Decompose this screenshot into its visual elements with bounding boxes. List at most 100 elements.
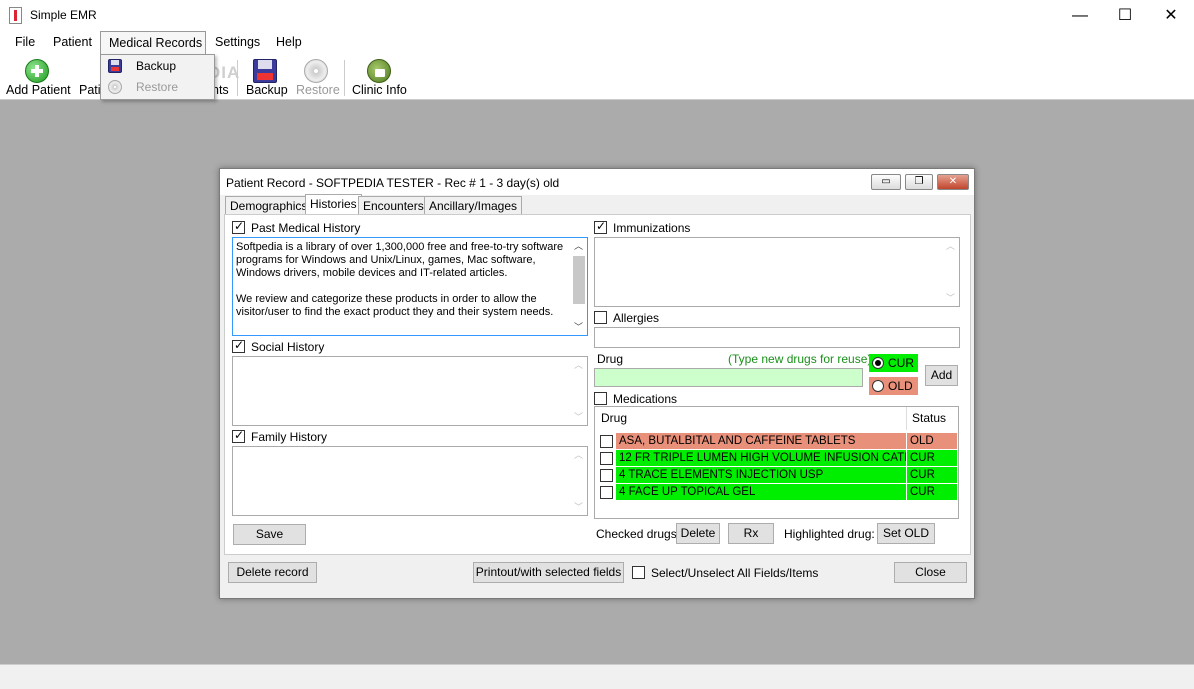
dialog-close-button[interactable]: ✕ xyxy=(937,174,969,190)
list-item[interactable]: 4 TRACE ELEMENTS INJECTION USP CUR xyxy=(598,467,957,483)
patient-button-label[interactable]: Pati xyxy=(79,83,101,97)
old-radio-label: OLD xyxy=(888,379,913,393)
scroll-up-icon[interactable]: ︿ xyxy=(571,358,586,372)
add-drug-button[interactable]: Add xyxy=(925,365,958,386)
med-status: OLD xyxy=(907,433,957,449)
delete-record-button[interactable]: Delete record xyxy=(228,562,317,583)
drug-input[interactable] xyxy=(594,368,863,387)
scroll-down-icon[interactable]: ﹀ xyxy=(571,320,586,334)
status-bar xyxy=(0,664,1194,689)
select-all-label: Select/Unselect All Fields/Items xyxy=(651,566,819,580)
past-medical-textarea[interactable]: Softpedia is a library of over 1,300,000… xyxy=(232,237,588,336)
scroll-up-icon[interactable]: ︿ xyxy=(571,239,586,253)
col-header-drug[interactable]: Drug xyxy=(601,411,627,425)
social-history-checkbox[interactable] xyxy=(232,338,245,353)
scroll-down-icon[interactable]: ﹀ xyxy=(571,410,586,424)
save-button[interactable]: Save xyxy=(233,524,306,545)
checked-drugs-label: Checked drugs: xyxy=(596,527,681,541)
clinic-info-label: Clinic Info xyxy=(352,83,407,97)
past-medical-checkbox[interactable] xyxy=(232,219,245,234)
add-patient-label: Add Patient xyxy=(6,83,71,97)
medications-checkbox[interactable] xyxy=(594,392,607,405)
select-all-checkbox[interactable] xyxy=(632,566,645,579)
dropdown-item-restore[interactable]: Restore xyxy=(101,78,214,98)
med-row-checkbox[interactable] xyxy=(600,435,613,448)
set-old-button[interactable]: Set OLD xyxy=(877,523,935,544)
old-radio[interactable]: OLD xyxy=(869,377,918,395)
drug-label: Drug xyxy=(597,352,624,366)
close-dialog-button[interactable]: Close xyxy=(894,562,967,583)
maximize-button[interactable]: ☐ xyxy=(1102,0,1148,31)
printout-button[interactable]: Printout/with selected fields xyxy=(473,562,624,583)
floppy-icon xyxy=(253,59,277,83)
col-header-status[interactable]: Status xyxy=(912,411,946,425)
social-history-label: Social History xyxy=(251,340,325,354)
dialog-title: Patient Record - SOFTPEDIA TESTER - Rec … xyxy=(226,176,560,190)
menu-bar: File Patient Medical Records Settings He… xyxy=(0,31,1194,55)
scroll-down-icon[interactable]: ﹀ xyxy=(943,291,958,305)
allergies-checkbox[interactable] xyxy=(594,311,607,324)
list-item[interactable]: ASA, BUTALBITAL AND CAFFEINE TABLETS OLD xyxy=(598,433,957,449)
clinic-info-button[interactable]: Clinic Info xyxy=(350,57,410,99)
rx-button[interactable]: Rx xyxy=(728,523,774,544)
delete-drug-button[interactable]: Delete xyxy=(676,523,720,544)
immunizations-scrollbar[interactable]: ︿ ﹀ xyxy=(943,239,958,305)
past-medical-label: Past Medical History xyxy=(251,221,361,235)
allergies-label: Allergies xyxy=(613,311,660,325)
old-radio-dot xyxy=(872,380,884,392)
scroll-thumb[interactable] xyxy=(573,256,585,304)
menu-patient[interactable]: Patient xyxy=(53,35,92,49)
dropdown-item-backup[interactable]: Backup xyxy=(101,57,214,77)
minimize-button[interactable]: — xyxy=(1057,0,1103,31)
patient-record-dialog: Patient Record - SOFTPEDIA TESTER - Rec … xyxy=(219,168,975,599)
cur-radio-dot xyxy=(872,357,884,369)
med-status: CUR xyxy=(907,467,957,483)
app-icon xyxy=(9,7,22,24)
restore-button[interactable]: Restore xyxy=(294,57,340,99)
family-history-textarea[interactable]: ︿ ﹀ xyxy=(232,446,588,516)
past-medical-text: Softpedia is a library of over 1,300,000… xyxy=(236,241,564,318)
scroll-up-icon[interactable]: ︿ xyxy=(943,239,958,253)
family-history-scrollbar[interactable]: ︿ ﹀ xyxy=(571,448,586,514)
add-patient-icon xyxy=(25,59,49,83)
family-history-checkbox[interactable] xyxy=(232,428,245,443)
med-row-checkbox[interactable] xyxy=(600,452,613,465)
backup-button[interactable]: Backup xyxy=(243,57,289,99)
highlighted-drug-label: Highlighted drug: xyxy=(784,527,875,541)
dropdown-item-restore-label: Restore xyxy=(136,80,179,94)
add-patient-button[interactable]: Add Patient xyxy=(4,57,71,99)
list-item[interactable]: 4 FACE UP TOPICAL GEL CUR xyxy=(598,484,957,500)
med-drug: 4 TRACE ELEMENTS INJECTION USP xyxy=(616,467,906,483)
menu-settings[interactable]: Settings xyxy=(215,35,260,49)
floppy-icon xyxy=(108,59,122,73)
toolbar-separator xyxy=(344,60,345,96)
tab-ancillary-images[interactable]: Ancillary/Images xyxy=(424,196,523,214)
title-bar: Simple EMR — ☐ ✕ xyxy=(0,0,1194,31)
med-row-checkbox[interactable] xyxy=(600,486,613,499)
immunizations-checkbox[interactable] xyxy=(594,219,607,234)
past-medical-scrollbar[interactable]: ︿ ﹀ xyxy=(571,239,586,334)
allergies-input[interactable] xyxy=(594,327,960,348)
tab-histories[interactable]: Histories xyxy=(305,194,362,215)
cur-radio[interactable]: CUR xyxy=(869,354,918,372)
menu-medical-records[interactable]: Medical Records xyxy=(100,31,206,55)
restore-label: Restore xyxy=(296,83,340,97)
med-row-checkbox[interactable] xyxy=(600,469,613,482)
menu-file[interactable]: File xyxy=(15,35,35,49)
tab-demographics[interactable]: Demographics xyxy=(225,196,313,214)
close-button[interactable]: ✕ xyxy=(1148,0,1194,31)
medical-records-dropdown: Backup Restore xyxy=(100,54,215,100)
dialog-restore-button[interactable]: ❐ xyxy=(905,174,933,190)
list-item[interactable]: 12 FR TRIPLE LUMEN HIGH VOLUME INFUSION … xyxy=(598,450,957,466)
menu-help[interactable]: Help xyxy=(276,35,302,49)
social-history-textarea[interactable]: ︿ ﹀ xyxy=(232,356,588,426)
scroll-down-icon[interactable]: ﹀ xyxy=(571,500,586,514)
medications-list[interactable]: Drug Status ASA, BUTALBITAL AND CAFFEINE… xyxy=(594,406,959,519)
med-drug: ASA, BUTALBITAL AND CAFFEINE TABLETS xyxy=(616,433,906,449)
drug-hint: (Type new drugs for reuse) xyxy=(728,352,872,366)
scroll-up-icon[interactable]: ︿ xyxy=(571,448,586,462)
dialog-minimize-button[interactable]: ▭ xyxy=(871,174,901,190)
tab-encounters[interactable]: Encounters xyxy=(358,196,429,214)
social-history-scrollbar[interactable]: ︿ ﹀ xyxy=(571,358,586,424)
immunizations-textarea[interactable]: ︿ ﹀ xyxy=(594,237,960,307)
